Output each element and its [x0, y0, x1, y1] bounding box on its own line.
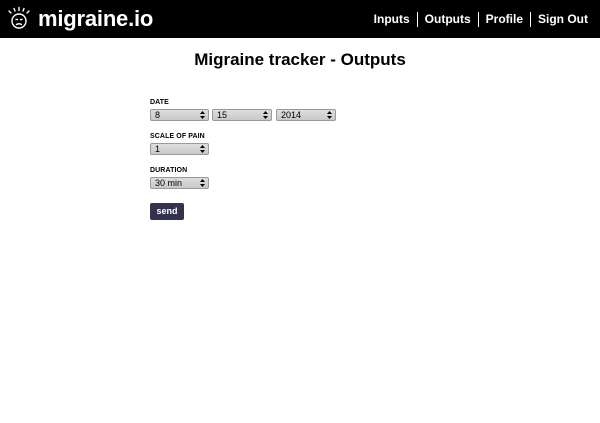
nav-divider: [530, 12, 531, 27]
pain-scale-value: 1: [155, 144, 161, 154]
date-month-select[interactable]: 8: [150, 109, 209, 121]
date-day-select[interactable]: 15: [212, 109, 272, 121]
face-icon: [8, 6, 30, 29]
brand-name: migraine.io: [38, 6, 154, 31]
select-arrows-icon: [200, 111, 205, 119]
date-month-value: 8: [155, 110, 161, 120]
pain-scale-select[interactable]: 1: [150, 143, 209, 155]
date-label: DATE: [150, 99, 169, 106]
select-arrows-icon: [263, 111, 268, 119]
date-year-value: 2014: [281, 110, 302, 120]
select-arrows-icon: [327, 111, 332, 119]
nav-divider: [477, 12, 479, 27]
page-title: Migraine tracker - Outputs: [194, 50, 406, 69]
nav-sign-out-link[interactable]: Sign Out: [538, 11, 588, 28]
duration-select[interactable]: 30 min: [150, 177, 209, 189]
date-year-select[interactable]: 2014: [276, 109, 336, 121]
brand-logo[interactable]: migraine.io: [6, 6, 153, 32]
top-navbar: migraine.io Inputs Outputs Profile Sign …: [0, 0, 600, 38]
pain-scale-label: SCALE OF PAIN: [150, 133, 205, 140]
send-button[interactable]: send: [150, 203, 184, 220]
select-arrows-icon: [200, 145, 205, 153]
main-nav: Inputs Outputs Profile Sign Out: [374, 11, 588, 28]
date-day-value: 15: [217, 110, 228, 120]
nav-outputs-link[interactable]: Outputs: [425, 11, 471, 28]
select-arrows-icon: [200, 179, 205, 187]
duration-value: 30 min: [155, 178, 183, 188]
nav-inputs-link[interactable]: Inputs: [374, 11, 410, 28]
nav-profile-link[interactable]: Profile: [486, 11, 523, 28]
nav-divider: [416, 12, 418, 27]
duration-label: DURATION: [150, 167, 188, 174]
